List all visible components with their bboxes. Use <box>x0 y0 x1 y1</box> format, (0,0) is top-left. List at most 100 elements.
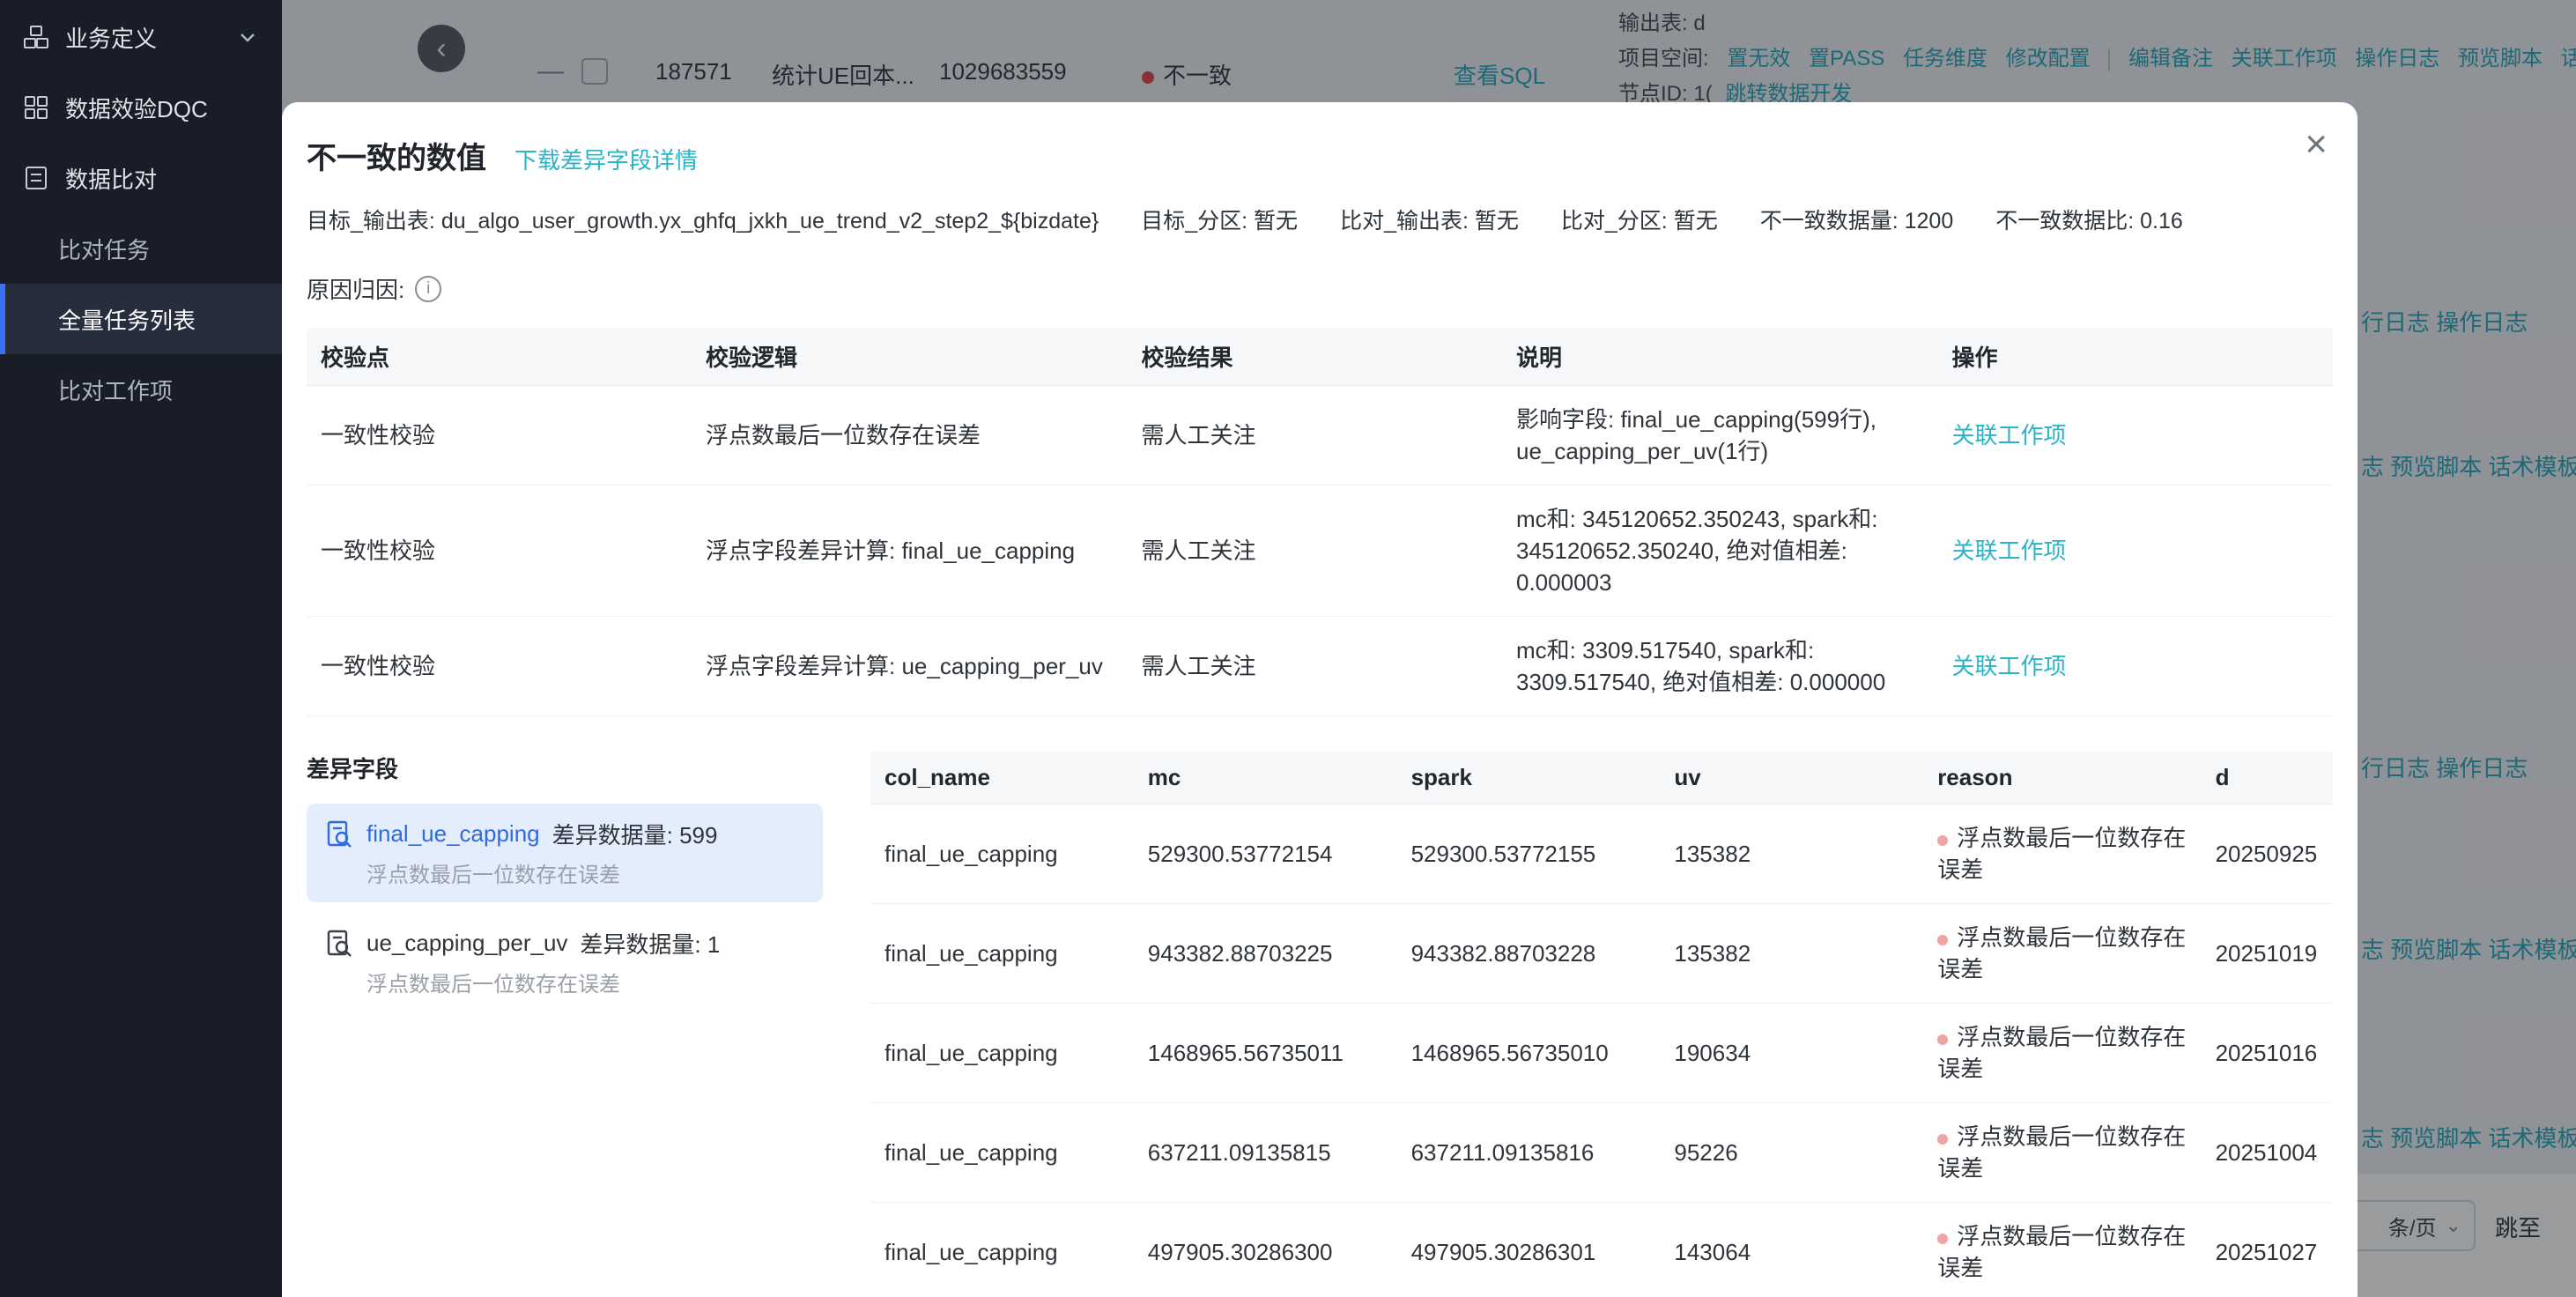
chevron-down-icon <box>236 26 259 48</box>
link-related-workitem[interactable]: 关联工作项 <box>1952 422 2067 448</box>
attr-cell-action: 关联工作项 <box>1938 386 2334 485</box>
sidebar-subitem-label: 比对任务 <box>58 233 150 265</box>
sidebar-item-label: 数据效验DQC <box>65 92 208 124</box>
table-row: final_ue_capping 943382.88703225 943382.… <box>870 904 2333 1004</box>
col-header-mc: mc <box>1134 752 1397 804</box>
file-search-icon <box>324 819 354 849</box>
diff-data-table: col_name mc spark uv reason d final_ue_c… <box>870 752 2333 1297</box>
sidebar: 业务定义 数据效验DQC 数据比对 比对任务 全量任务列表 比对工作项 <box>0 0 282 1297</box>
cell-uv: 190634 <box>1660 1004 1923 1103</box>
cell-d: 20251004 <box>2202 1103 2333 1203</box>
attr-header-result: 校验结果 <box>1128 328 1503 386</box>
attribution-table: 校验点 校验逻辑 校验结果 说明 操作 一致性校验 浮点数最后一位数存在误差 需… <box>307 328 2333 716</box>
table-row: final_ue_capping 637211.09135815 637211.… <box>870 1103 2333 1203</box>
cell-uv: 135382 <box>1660 804 1923 904</box>
cell-col-name: final_ue_capping <box>870 1203 1134 1297</box>
info-icon[interactable]: i <box>415 276 441 302</box>
modal-meta-row: 目标_输出表: du_algo_user_growth.yx_ghfq_jxkh… <box>307 204 2333 235</box>
cell-mc: 529300.53772154 <box>1134 804 1397 904</box>
col-header-spark: spark <box>1397 752 1661 804</box>
sidebar-item-dqc[interactable]: 数据效验DQC <box>0 72 282 143</box>
cell-mc: 943382.88703225 <box>1134 904 1397 1004</box>
sidebar-item-compare-workitems[interactable]: 比对工作项 <box>0 354 282 425</box>
cell-reason: 浮点数最后一位数存在误差 <box>1923 1004 2201 1103</box>
reason-dot-icon <box>1937 1234 1948 1244</box>
diff-field-desc: 浮点数最后一位数存在误差 <box>324 857 805 888</box>
diff-field-name: ue_capping_per_uv <box>366 930 567 957</box>
diff-field-name: final_ue_capping <box>366 820 540 848</box>
cell-reason: 浮点数最后一位数存在误差 <box>1923 1203 2201 1297</box>
sidebar-item-data-compare[interactable]: 数据比对 <box>0 143 282 213</box>
download-diff-fields-link[interactable]: 下载差异字段详情 <box>514 143 698 175</box>
attr-cell-logic: 浮点字段差异计算: ue_capping_per_uv <box>692 617 1128 716</box>
cell-spark: 529300.53772155 <box>1397 804 1661 904</box>
attr-cell-desc: mc和: 345120652.350243, spark和: 345120652… <box>1502 485 1938 617</box>
attr-header-logic: 校验逻辑 <box>692 328 1128 386</box>
modal-title: 不一致的数值 <box>307 134 486 177</box>
meta-target-partition: 目标_分区: 暂无 <box>1141 204 1298 235</box>
meta-target-output-table: 目标_输出表: du_algo_user_growth.yx_ghfq_jxkh… <box>307 204 1099 235</box>
attr-cell-desc: 影响字段: final_ue_capping(599行), ue_capping… <box>1502 386 1938 485</box>
cell-reason: 浮点数最后一位数存在误差 <box>1923 1103 2201 1203</box>
cell-spark: 943382.88703228 <box>1397 904 1661 1004</box>
cell-col-name: final_ue_capping <box>870 804 1134 904</box>
diff-field-desc: 浮点数最后一位数存在误差 <box>324 967 805 997</box>
attribution-header-row: 校验点 校验逻辑 校验结果 说明 操作 <box>307 328 2333 386</box>
reason-attribution-label: 原因归因: <box>307 272 404 305</box>
file-search-icon <box>324 929 354 959</box>
table-row: final_ue_capping 529300.53772154 529300.… <box>870 804 2333 904</box>
cell-d: 20250925 <box>2202 804 2333 904</box>
table-row: final_ue_capping 1468965.56735011 146896… <box>870 1004 2333 1103</box>
org-squares-icon <box>23 24 49 50</box>
attr-cell-action: 关联工作项 <box>1938 485 2334 617</box>
cell-col-name: final_ue_capping <box>870 1103 1134 1203</box>
sidebar-item-label: 数据比对 <box>65 162 157 195</box>
cell-uv: 95226 <box>1660 1103 1923 1203</box>
inconsistent-values-modal: × 不一致的数值 下载差异字段详情 目标_输出表: du_algo_user_g… <box>282 102 2358 1297</box>
table-row: final_ue_capping 497905.30286300 497905.… <box>870 1203 2333 1297</box>
attr-header-point: 校验点 <box>307 328 692 386</box>
attribution-row: 一致性校验 浮点数最后一位数存在误差 需人工关注 影响字段: final_ue_… <box>307 386 2333 485</box>
link-related-workitem[interactable]: 关联工作项 <box>1952 537 2067 564</box>
modal-header: 不一致的数值 下载差异字段详情 <box>307 134 2333 177</box>
diff-table-header-row: col_name mc spark uv reason d <box>870 752 2333 804</box>
cell-col-name: final_ue_capping <box>870 1004 1134 1103</box>
cell-mc: 1468965.56735011 <box>1134 1004 1397 1103</box>
diff-fields-title: 差异字段 <box>307 752 823 784</box>
sidebar-item-full-task-list[interactable]: 全量任务列表 <box>0 284 282 354</box>
sidebar-item-compare-tasks[interactable]: 比对任务 <box>0 213 282 284</box>
attr-cell-logic: 浮点数最后一位数存在误差 <box>692 386 1128 485</box>
cell-spark: 1468965.56735010 <box>1397 1004 1661 1103</box>
diff-field-count: 差异数据量: 1 <box>580 927 720 960</box>
attr-cell-result: 需人工关注 <box>1128 485 1503 617</box>
list-doc-icon <box>23 165 49 191</box>
cell-uv: 135382 <box>1660 904 1923 1004</box>
cell-reason: 浮点数最后一位数存在误差 <box>1923 904 2201 1004</box>
sidebar-subitem-label: 比对工作项 <box>58 374 173 406</box>
diff-field-item-final-ue-capping[interactable]: final_ue_capping 差异数据量: 599 浮点数最后一位数存在误差 <box>307 804 823 902</box>
attr-cell-point: 一致性校验 <box>307 386 692 485</box>
meta-inconsistent-count: 不一致数据量: 1200 <box>1760 204 1954 235</box>
meta-compare-partition: 比对_分区: 暂无 <box>1561 204 1718 235</box>
cell-d: 20251027 <box>2202 1203 2333 1297</box>
reason-dot-icon <box>1937 835 1948 846</box>
attr-cell-desc: mc和: 3309.517540, spark和: 3309.517540, 绝… <box>1502 617 1938 716</box>
link-related-workitem[interactable]: 关联工作项 <box>1952 653 2067 679</box>
attr-cell-action: 关联工作项 <box>1938 617 2334 716</box>
cell-reason: 浮点数最后一位数存在误差 <box>1923 804 2201 904</box>
diff-fields-panel: 差异字段 final_ue_capping 差异数据量: 599 浮点数最后一位… <box>307 752 823 1297</box>
attr-cell-result: 需人工关注 <box>1128 617 1503 716</box>
cell-mc: 497905.30286300 <box>1134 1203 1397 1297</box>
col-header-col-name: col_name <box>870 752 1134 804</box>
cell-mc: 637211.09135815 <box>1134 1103 1397 1203</box>
diff-field-item-ue-capping-per-uv[interactable]: ue_capping_per_uv 差异数据量: 1 浮点数最后一位数存在误差 <box>307 913 823 1012</box>
sidebar-item-business-definition[interactable]: 业务定义 <box>0 2 282 72</box>
diff-data-panel: col_name mc spark uv reason d final_ue_c… <box>870 752 2333 1297</box>
reason-dot-icon <box>1937 1134 1948 1145</box>
close-icon[interactable]: × <box>2305 125 2328 164</box>
app-screen: 输出表: d 项目空间: 置无效 置PASS 任务维度 修改配置 编辑备注 关联… <box>0 0 2576 1297</box>
attribution-row: 一致性校验 浮点字段差异计算: ue_capping_per_uv 需人工关注 … <box>307 617 2333 716</box>
col-header-uv: uv <box>1660 752 1923 804</box>
attr-cell-logic: 浮点字段差异计算: final_ue_capping <box>692 485 1128 617</box>
cell-col-name: final_ue_capping <box>870 904 1134 1004</box>
